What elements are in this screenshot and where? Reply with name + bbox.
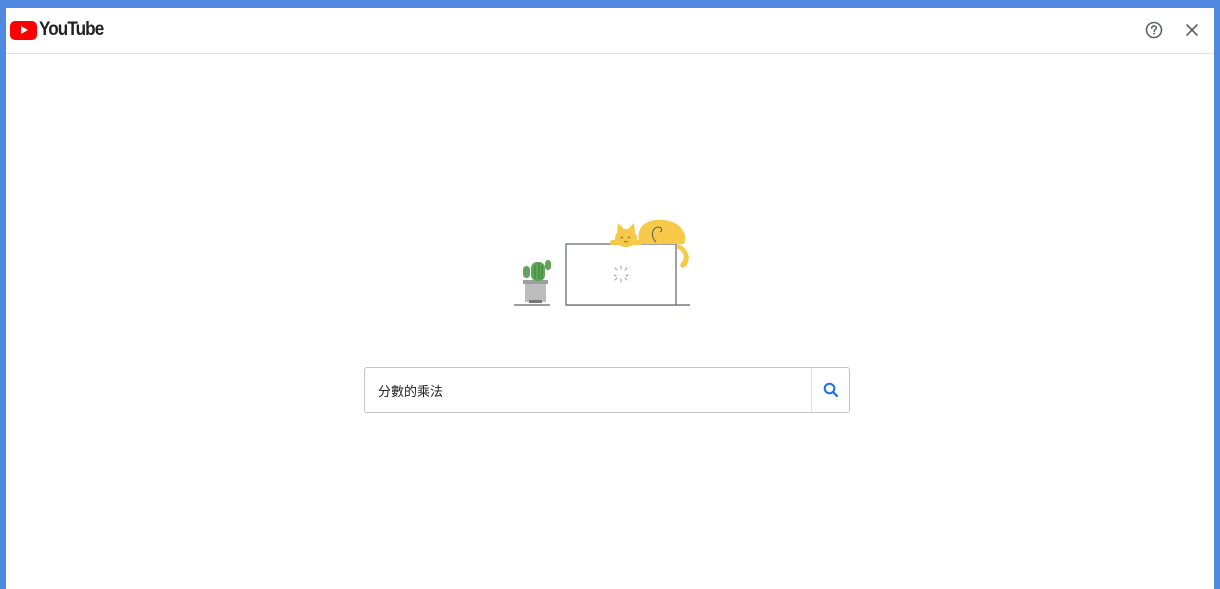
help-icon[interactable] [1142,18,1166,42]
top-bar: YouTube [6,8,1214,54]
youtube-play-icon [10,20,37,40]
search-input[interactable] [365,368,811,412]
search-button[interactable] [811,368,849,412]
close-icon[interactable] [1180,18,1204,42]
logo-text: YouTube [39,19,104,40]
search-icon [823,382,838,398]
search-box [364,367,850,413]
youtube-logo[interactable]: YouTube [10,19,110,41]
laptop-icon [565,243,677,306]
cactus-icon [523,260,551,303]
app-window: YouTube [0,0,1220,589]
cat-on-laptop-illustration [506,208,706,323]
